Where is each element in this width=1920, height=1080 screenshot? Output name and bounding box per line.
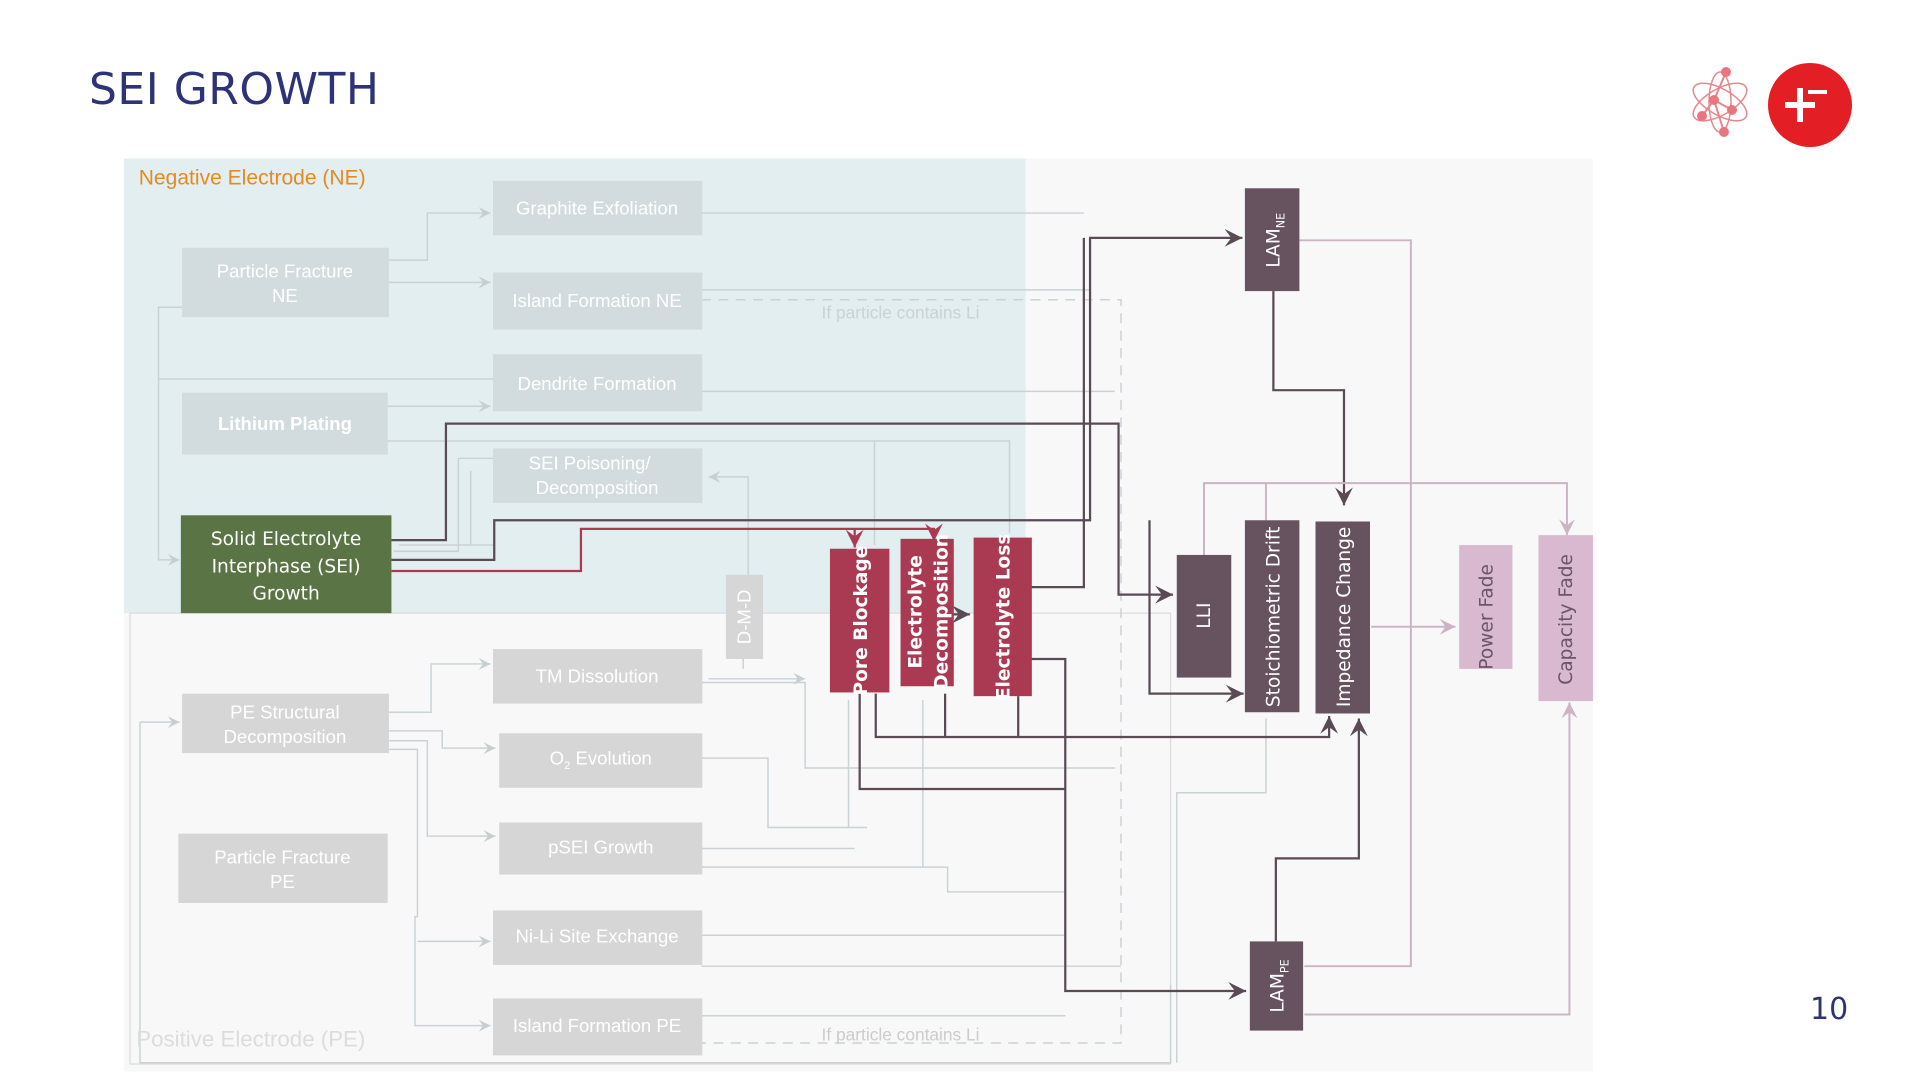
pe-region-label: Positive Electrode (PE) [136, 1027, 365, 1052]
condition-label-pe: If particle contains Li [822, 1025, 980, 1045]
label-particle-fracture-pe-1: Particle Fracture [214, 846, 350, 867]
label-particle-fracture-ne-2: NE [272, 285, 298, 306]
label-dendrite-formation: Dendrite Formation [518, 373, 677, 394]
label-tm-dissolution: TM Dissolution [536, 666, 659, 687]
label-psei-growth: pSEI Growth [548, 836, 653, 857]
label-electrolyte-decomposition-1: Electrolyte [906, 555, 927, 668]
box-particle-fracture-pe[interactable] [178, 833, 388, 904]
page-number: 10 [1810, 992, 1849, 1027]
label-sei-growth-3: Growth [253, 584, 320, 605]
label-sei-poisoning-1: SEI Poisoning/ [529, 452, 652, 473]
label-island-formation-pe: Island Formation PE [513, 1015, 681, 1036]
label-electrolyte-decomposition-2: Decomposition [932, 534, 953, 690]
label-capacity-fade: Capacity Fade [1556, 554, 1577, 685]
label-particle-fracture-pe-2: PE [270, 871, 295, 892]
label-particle-fracture-ne-1: Particle Fracture [217, 260, 353, 281]
label-power-fade: Power Fade [1477, 564, 1498, 670]
label-impedance-change: Impedance Change [1334, 527, 1355, 707]
label-ni-li-site-exchange: Ni-Li Site Exchange [515, 926, 678, 947]
label-lli: LLI [1194, 603, 1215, 629]
box-particle-fracture-ne[interactable] [182, 247, 389, 318]
label-stoichiometric-drift: Stoichiometric Drift [1264, 527, 1285, 707]
label-pe-structural-1: PE Structural [230, 701, 339, 722]
degradation-flow-diagram: Negative Electrode (NE) Positive Electro… [123, 158, 1593, 1072]
label-electrolyte-loss: Electrolyte Loss [994, 534, 1015, 701]
condition-label-ne: If particle contains Li [822, 302, 980, 322]
ne-region-label: Negative Electrode (NE) [139, 167, 366, 190]
label-sei-poisoning-2: Decomposition [536, 477, 659, 498]
label-pore-blockage: Pore Blockage [851, 546, 872, 696]
label-island-formation-ne: Island Formation NE [512, 290, 681, 311]
label-lithium-plating: Lithium Plating [218, 413, 352, 434]
label-graphite-exfoliation: Graphite Exfoliation [516, 197, 678, 218]
label-pe-structural-2: Decomposition [223, 726, 346, 747]
label-sei-growth-1: Solid Electrolyte [211, 529, 361, 550]
label-sei-growth-2: Interphase (SEI) [212, 556, 361, 577]
label-d-m-d: D-M-D [734, 590, 755, 645]
